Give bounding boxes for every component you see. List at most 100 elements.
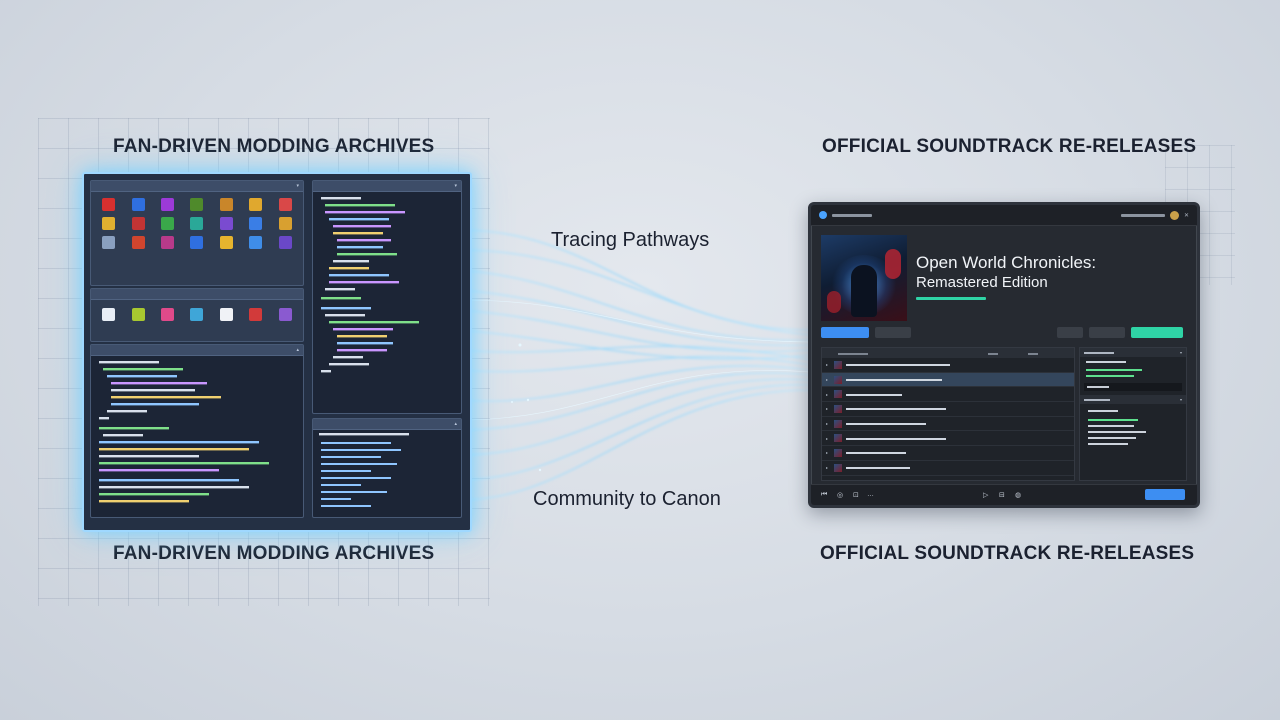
code-line xyxy=(329,267,369,270)
play-icon[interactable]: ▸ xyxy=(826,436,834,441)
changelog-pane[interactable]: ▴ xyxy=(312,418,462,518)
code-line xyxy=(99,486,249,489)
stream-spark xyxy=(526,398,530,402)
skip-back-icon[interactable]: ⏮ xyxy=(821,491,827,499)
track-row[interactable]: ▸ xyxy=(822,461,1074,476)
purchase-button[interactable] xyxy=(1131,327,1183,338)
mod-icon[interactable] xyxy=(219,198,233,211)
code-line xyxy=(337,335,387,338)
detail-line xyxy=(1088,425,1134,427)
mod-icon[interactable] xyxy=(249,217,263,230)
mod-icon[interactable] xyxy=(278,198,292,211)
code-line xyxy=(99,493,209,496)
detail-line xyxy=(1088,431,1146,433)
player-top-bar: ✕ xyxy=(811,205,1197,226)
pane-controls-icon[interactable]: ▾ xyxy=(454,183,457,189)
track-row[interactable]: ▸ xyxy=(822,402,1074,417)
texture-icon[interactable] xyxy=(190,308,204,321)
play-pause-icon[interactable]: ▷ xyxy=(983,491,988,499)
code-line xyxy=(333,356,363,359)
loop-icon[interactable]: ◎ xyxy=(837,491,843,499)
close-icon[interactable]: ✕ xyxy=(1184,212,1189,219)
texture-icon[interactable] xyxy=(102,308,116,321)
mod-icon[interactable] xyxy=(131,217,145,230)
play-all-button[interactable] xyxy=(821,327,869,338)
more-icon[interactable]: … xyxy=(867,491,874,498)
config-editor-pane[interactable]: ▾ xyxy=(312,180,462,414)
code-line xyxy=(333,260,369,263)
mod-icon[interactable] xyxy=(131,236,145,249)
play-icon[interactable]: ▸ xyxy=(826,421,834,426)
code-line xyxy=(111,382,207,385)
mod-icon[interactable] xyxy=(190,236,204,249)
code-line xyxy=(321,456,381,458)
mod-icon[interactable] xyxy=(249,236,263,249)
pane-title-bar: ▾ xyxy=(313,181,461,192)
chevron-down-icon[interactable]: ▾ xyxy=(1180,350,1182,355)
texture-icon[interactable] xyxy=(278,308,292,321)
track-row[interactable]: ▸ xyxy=(822,431,1074,447)
mod-icon[interactable] xyxy=(249,198,263,211)
texture-icon[interactable] xyxy=(131,308,145,321)
script-editor-pane[interactable]: ▴ xyxy=(90,344,304,518)
stream-spark xyxy=(538,468,542,472)
stream-spark xyxy=(518,343,522,347)
track-list-header xyxy=(822,348,1074,358)
chevron-down-icon[interactable]: ▾ xyxy=(1180,397,1182,402)
save-button[interactable] xyxy=(1145,489,1185,500)
code-line xyxy=(111,389,195,392)
track-row[interactable]: ▸ xyxy=(822,446,1074,461)
code-line xyxy=(325,314,365,317)
pane-title-bar xyxy=(91,289,303,300)
mod-icon[interactable] xyxy=(102,217,116,230)
shuffle-button[interactable] xyxy=(875,327,911,338)
play-icon[interactable]: ▸ xyxy=(826,406,834,411)
mod-icon[interactable] xyxy=(190,198,204,211)
texture-icon[interactable] xyxy=(161,308,175,321)
play-icon[interactable]: ▸ xyxy=(826,450,834,455)
sidebar-field[interactable] xyxy=(1084,383,1182,391)
code-line xyxy=(337,342,393,345)
track-row[interactable]: ▸ xyxy=(822,387,1074,403)
avatar[interactable] xyxy=(1169,210,1179,220)
texture-icon[interactable] xyxy=(249,308,263,321)
mod-icon[interactable] xyxy=(131,198,145,211)
play-icon[interactable]: ▸ xyxy=(826,392,834,397)
share-button[interactable] xyxy=(1057,327,1083,338)
code-line xyxy=(321,505,371,507)
mod-icon[interactable] xyxy=(161,236,175,249)
playback-bar: ⏮ ◎ ⊡ … ▷ ⊟ ◍ xyxy=(811,484,1197,505)
queue-icon[interactable]: ⊡ xyxy=(853,491,859,499)
stream-path xyxy=(459,355,811,373)
sidebar-header: ▾ xyxy=(1080,348,1186,357)
code-line xyxy=(329,274,389,277)
pane-controls-icon[interactable]: ▴ xyxy=(296,347,299,353)
album-cover-art[interactable] xyxy=(821,235,907,321)
mod-icon[interactable] xyxy=(161,217,175,230)
stop-icon[interactable]: ⊟ xyxy=(999,491,1005,499)
mod-icon[interactable] xyxy=(161,198,175,211)
track-row[interactable]: ▸ xyxy=(822,417,1074,432)
pane-controls-icon[interactable]: ▾ xyxy=(296,183,299,189)
code-line xyxy=(99,417,109,420)
code-line xyxy=(333,328,393,331)
mod-icon[interactable] xyxy=(190,217,204,230)
volume-icon[interactable]: ◍ xyxy=(1015,491,1021,499)
pane-controls-icon[interactable]: ▴ xyxy=(454,421,457,427)
texture-icon[interactable] xyxy=(219,308,233,321)
mod-icon[interactable] xyxy=(102,236,116,249)
play-icon[interactable]: ▸ xyxy=(826,377,834,382)
mod-icon[interactable] xyxy=(219,217,233,230)
download-button[interactable] xyxy=(1089,327,1125,338)
mod-icon[interactable] xyxy=(278,236,292,249)
mod-icon[interactable] xyxy=(102,198,116,211)
play-icon[interactable]: ▸ xyxy=(826,465,834,470)
mod-icon[interactable] xyxy=(278,217,292,230)
code-line xyxy=(99,448,249,451)
mod-icon[interactable] xyxy=(219,236,233,249)
code-line xyxy=(99,427,169,430)
track-row[interactable]: ▸ xyxy=(822,358,1074,373)
track-row[interactable]: ▸ xyxy=(822,372,1074,388)
play-icon[interactable]: ▸ xyxy=(826,362,834,367)
pane-title-bar: ▴ xyxy=(91,345,303,356)
